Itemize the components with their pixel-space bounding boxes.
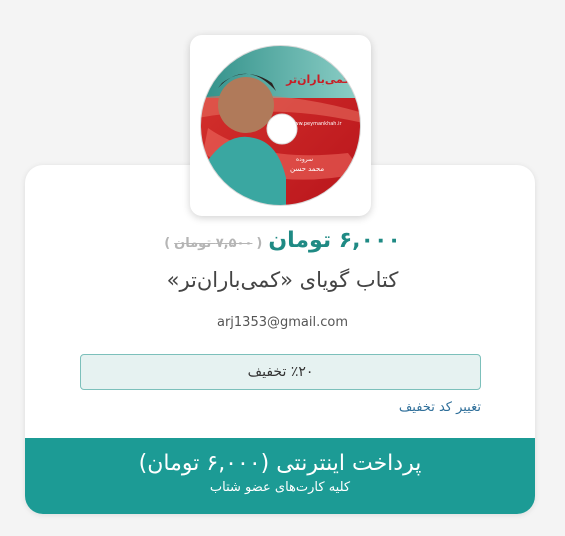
price-row: ۶,۰۰۰ تومان (۷,۵۰۰ تومان): [0, 228, 565, 253]
product-title: کتاب گویای «کمی‌باران‌تر»: [166, 268, 399, 292]
change-discount-code-link[interactable]: تغییر کد تخفیف: [381, 400, 481, 415]
product-cover: کمی‌باران‌تر www.peymankhah.ir سروده محم…: [190, 35, 371, 216]
paren-open: (: [256, 236, 263, 251]
price-original-wrap: (۷,۵۰۰ تومان): [164, 236, 262, 251]
paren-close: ): [164, 236, 171, 251]
discount-badge: ٪۲۰ تخفیف: [80, 354, 481, 390]
svg-text:سروده: سروده: [296, 156, 313, 163]
payment-button-subtitle: کلیه کارت‌های عضو شتاب: [209, 480, 351, 495]
user-email: arj1353@gmail.com: [216, 315, 348, 330]
online-payment-button[interactable]: پرداخت اینترنتی (۶,۰۰۰ تومان) کلیه کارت‌…: [25, 438, 535, 514]
discount-label: ٪۲۰ تخفیف: [247, 364, 314, 380]
price-original: ۷,۵۰۰ تومان: [174, 236, 253, 251]
cd-disc-image: کمی‌باران‌تر www.peymankhah.ir سروده محم…: [200, 45, 361, 206]
price-current: ۶,۰۰۰ تومان: [268, 228, 401, 253]
svg-text:www.peymankhah.ir: www.peymankhah.ir: [290, 121, 342, 127]
svg-text:محمد حسن: محمد حسن: [290, 165, 324, 173]
svg-text:کمی‌باران‌تر: کمی‌باران‌تر: [285, 73, 350, 86]
payment-button-label: پرداخت اینترنتی (۶,۰۰۰ تومان): [138, 451, 422, 476]
